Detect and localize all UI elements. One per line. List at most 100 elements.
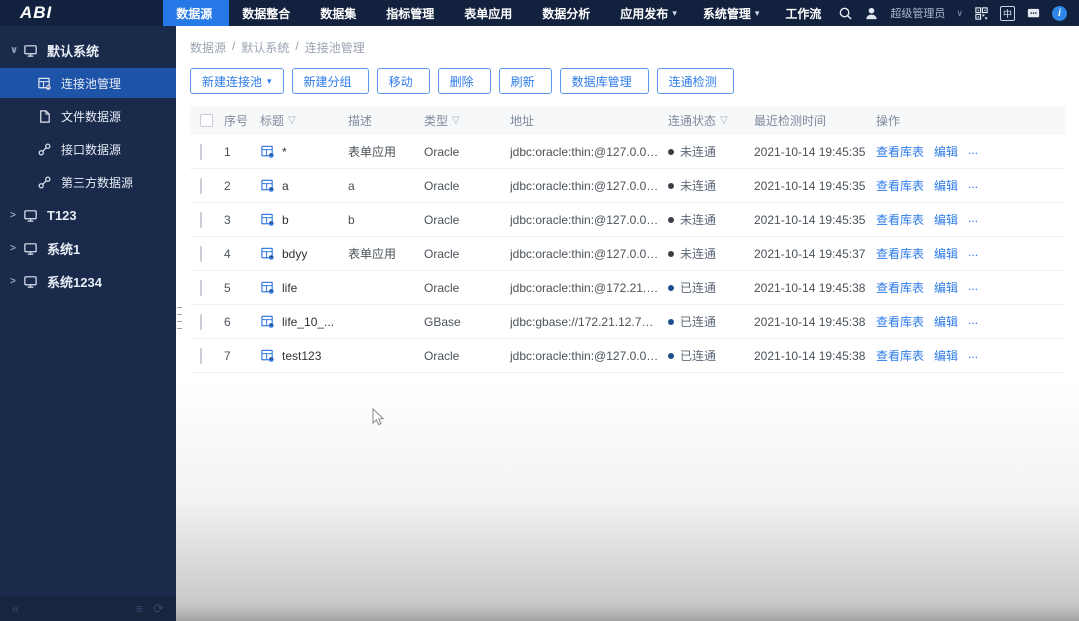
cell-title[interactable]: * — [282, 145, 287, 159]
app-logo: ABI — [20, 3, 53, 22]
view-tables-link[interactable]: 查看库表 — [876, 143, 924, 160]
cell-index: 4 — [224, 246, 231, 261]
column-header[interactable]: 操作 — [876, 112, 1065, 129]
edit-link[interactable]: 编辑 — [934, 313, 958, 330]
edit-link[interactable]: 编辑 — [934, 143, 958, 160]
sidebar-tree-item[interactable]: ∨ 默认系统 — [0, 35, 176, 65]
nav-tab[interactable]: 数据集 — [307, 0, 373, 26]
more-actions-link[interactable]: ... — [968, 143, 978, 160]
panel-resize-grip[interactable] — [176, 305, 183, 331]
column-header[interactable]: 地址 — [510, 112, 668, 129]
cell-operations: 查看库表 编辑 ... — [876, 313, 1065, 330]
toolbar-button[interactable]: 新建分组 — [291, 68, 369, 94]
nav-tab[interactable]: 数据分析 — [529, 0, 607, 26]
edit-link[interactable]: 编辑 — [934, 279, 958, 296]
column-header[interactable]: 标题 ▽ — [260, 112, 348, 129]
sidebar-tree-item[interactable]: 连接池管理 — [0, 68, 176, 98]
view-tables-link[interactable]: 查看库表 — [876, 177, 924, 194]
sidebar-tree-item[interactable]: > T123 — [0, 200, 176, 230]
column-header[interactable]: 序号 — [224, 112, 260, 129]
nav-tab[interactable]: 数据整合 — [229, 0, 307, 26]
nav-tab[interactable]: 工作流 — [772, 0, 838, 26]
more-actions-link[interactable]: ... — [968, 177, 978, 194]
search-icon[interactable] — [838, 6, 853, 21]
toolbar-button[interactable]: 新建连接池 ▾ — [190, 68, 284, 94]
toolbar-button[interactable]: 数据库管理 — [559, 68, 649, 94]
edit-link[interactable]: 编辑 — [934, 347, 958, 364]
tree-expand-chevron-icon[interactable]: > — [10, 210, 23, 221]
nav-tab[interactable]: 系统管理 ▾ — [690, 0, 773, 26]
sidebar-tree-item[interactable]: > 系统1 — [0, 233, 176, 263]
column-header[interactable]: 连通状态 ▽ — [668, 112, 754, 129]
sidebar-tree-item[interactable]: > 系统1234 — [0, 266, 176, 296]
filter-icon[interactable]: ▽ — [288, 115, 296, 126]
toolbar-button[interactable]: 刷新 — [498, 68, 552, 94]
language-switch-icon[interactable]: 中 — [1000, 5, 1015, 21]
column-header[interactable]: 描述 — [348, 112, 424, 129]
info-icon[interactable]: i — [1052, 5, 1067, 21]
sidebar-tree-item[interactable]: 第三方数据源 — [0, 167, 176, 197]
user-avatar-icon[interactable] — [864, 6, 879, 21]
column-header[interactable]: 类型 ▽ — [424, 112, 510, 129]
message-icon[interactable] — [1026, 6, 1041, 21]
refresh-icon[interactable]: ⟳ — [153, 601, 164, 617]
row-checkbox[interactable] — [200, 177, 202, 194]
view-tables-link[interactable]: 查看库表 — [876, 211, 924, 228]
edit-link[interactable]: 编辑 — [934, 211, 958, 228]
row-checkbox[interactable] — [200, 245, 202, 262]
filter-icon[interactable]: ▽ — [720, 115, 728, 126]
more-actions-link[interactable]: ... — [968, 347, 978, 364]
cell-title[interactable]: b — [282, 213, 289, 227]
view-tables-link[interactable]: 查看库表 — [876, 347, 924, 364]
cell-title[interactable]: bdyy — [282, 247, 307, 261]
nav-tab[interactable]: 指标管理 — [373, 0, 451, 26]
column-header[interactable]: 最近检测时间 — [754, 112, 876, 129]
row-checkbox[interactable] — [200, 279, 202, 296]
qr-code-icon[interactable] — [974, 6, 989, 21]
cell-connection-status: 已连通 — [668, 313, 754, 330]
chevron-down-icon: ▾ — [754, 7, 760, 18]
more-actions-link[interactable]: ... — [968, 211, 978, 228]
breadcrumb-item[interactable]: 默认系统 — [241, 39, 289, 56]
nav-tab[interactable]: 应用发布 ▾ — [607, 0, 690, 26]
user-menu-chevron-icon[interactable]: ∨ — [956, 8, 963, 19]
view-tables-link[interactable]: 查看库表 — [876, 313, 924, 330]
more-actions-link[interactable]: ... — [968, 279, 978, 296]
cell-title[interactable]: a — [282, 179, 289, 193]
select-all-checkbox[interactable] — [200, 114, 213, 127]
row-checkbox[interactable] — [200, 347, 202, 364]
cell-connection-status: 未连通 — [668, 177, 754, 194]
tree-expand-chevron-icon[interactable]: > — [10, 276, 23, 287]
list-icon[interactable]: ≡ — [136, 601, 144, 617]
view-tables-link[interactable]: 查看库表 — [876, 279, 924, 296]
nav-tab[interactable]: 数据源 — [163, 0, 230, 26]
table-row: 7 test123 Oracle jdbc:oracle:thin:@127.0… — [190, 339, 1065, 373]
sidebar-tree-item[interactable]: 接口数据源 — [0, 134, 176, 164]
edit-link[interactable]: 编辑 — [934, 245, 958, 262]
toolbar-button[interactable]: 移动 — [376, 68, 430, 94]
toolbar-button[interactable]: 删除 — [437, 68, 491, 94]
breadcrumb-separator: / — [295, 39, 299, 53]
row-checkbox[interactable] — [200, 313, 202, 330]
row-checkbox[interactable] — [200, 143, 202, 160]
filter-icon[interactable]: ▽ — [452, 115, 460, 126]
edit-link[interactable]: 编辑 — [934, 177, 958, 194]
more-actions-link[interactable]: ... — [968, 313, 978, 330]
cell-title[interactable]: life_10_... — [282, 315, 334, 329]
cell-title[interactable]: test123 — [282, 349, 321, 363]
cell-title[interactable]: life — [282, 281, 297, 295]
view-tables-link[interactable]: 查看库表 — [876, 245, 924, 262]
current-user-name[interactable]: 超级管理员 — [890, 5, 945, 21]
breadcrumb-item[interactable]: 数据源 — [190, 39, 226, 56]
tree-expand-chevron-icon[interactable]: ∨ — [10, 45, 23, 56]
nav-tab[interactable]: 表单应用 — [451, 0, 529, 26]
tree-expand-chevron-icon[interactable]: > — [10, 243, 23, 254]
row-checkbox[interactable] — [200, 211, 202, 228]
table-row: 3 b b Oracle jdbc:oracle:thin:@127.0.0.1… — [190, 203, 1065, 237]
collapse-sidebar-icon[interactable]: « — [12, 601, 19, 616]
more-actions-link[interactable]: ... — [968, 245, 978, 262]
breadcrumb-item[interactable]: 连接池管理 — [305, 39, 365, 56]
sidebar-tree-item[interactable]: 文件数据源 — [0, 101, 176, 131]
tree-item-icon — [23, 43, 38, 58]
toolbar-button[interactable]: 连通检测 — [656, 68, 734, 94]
